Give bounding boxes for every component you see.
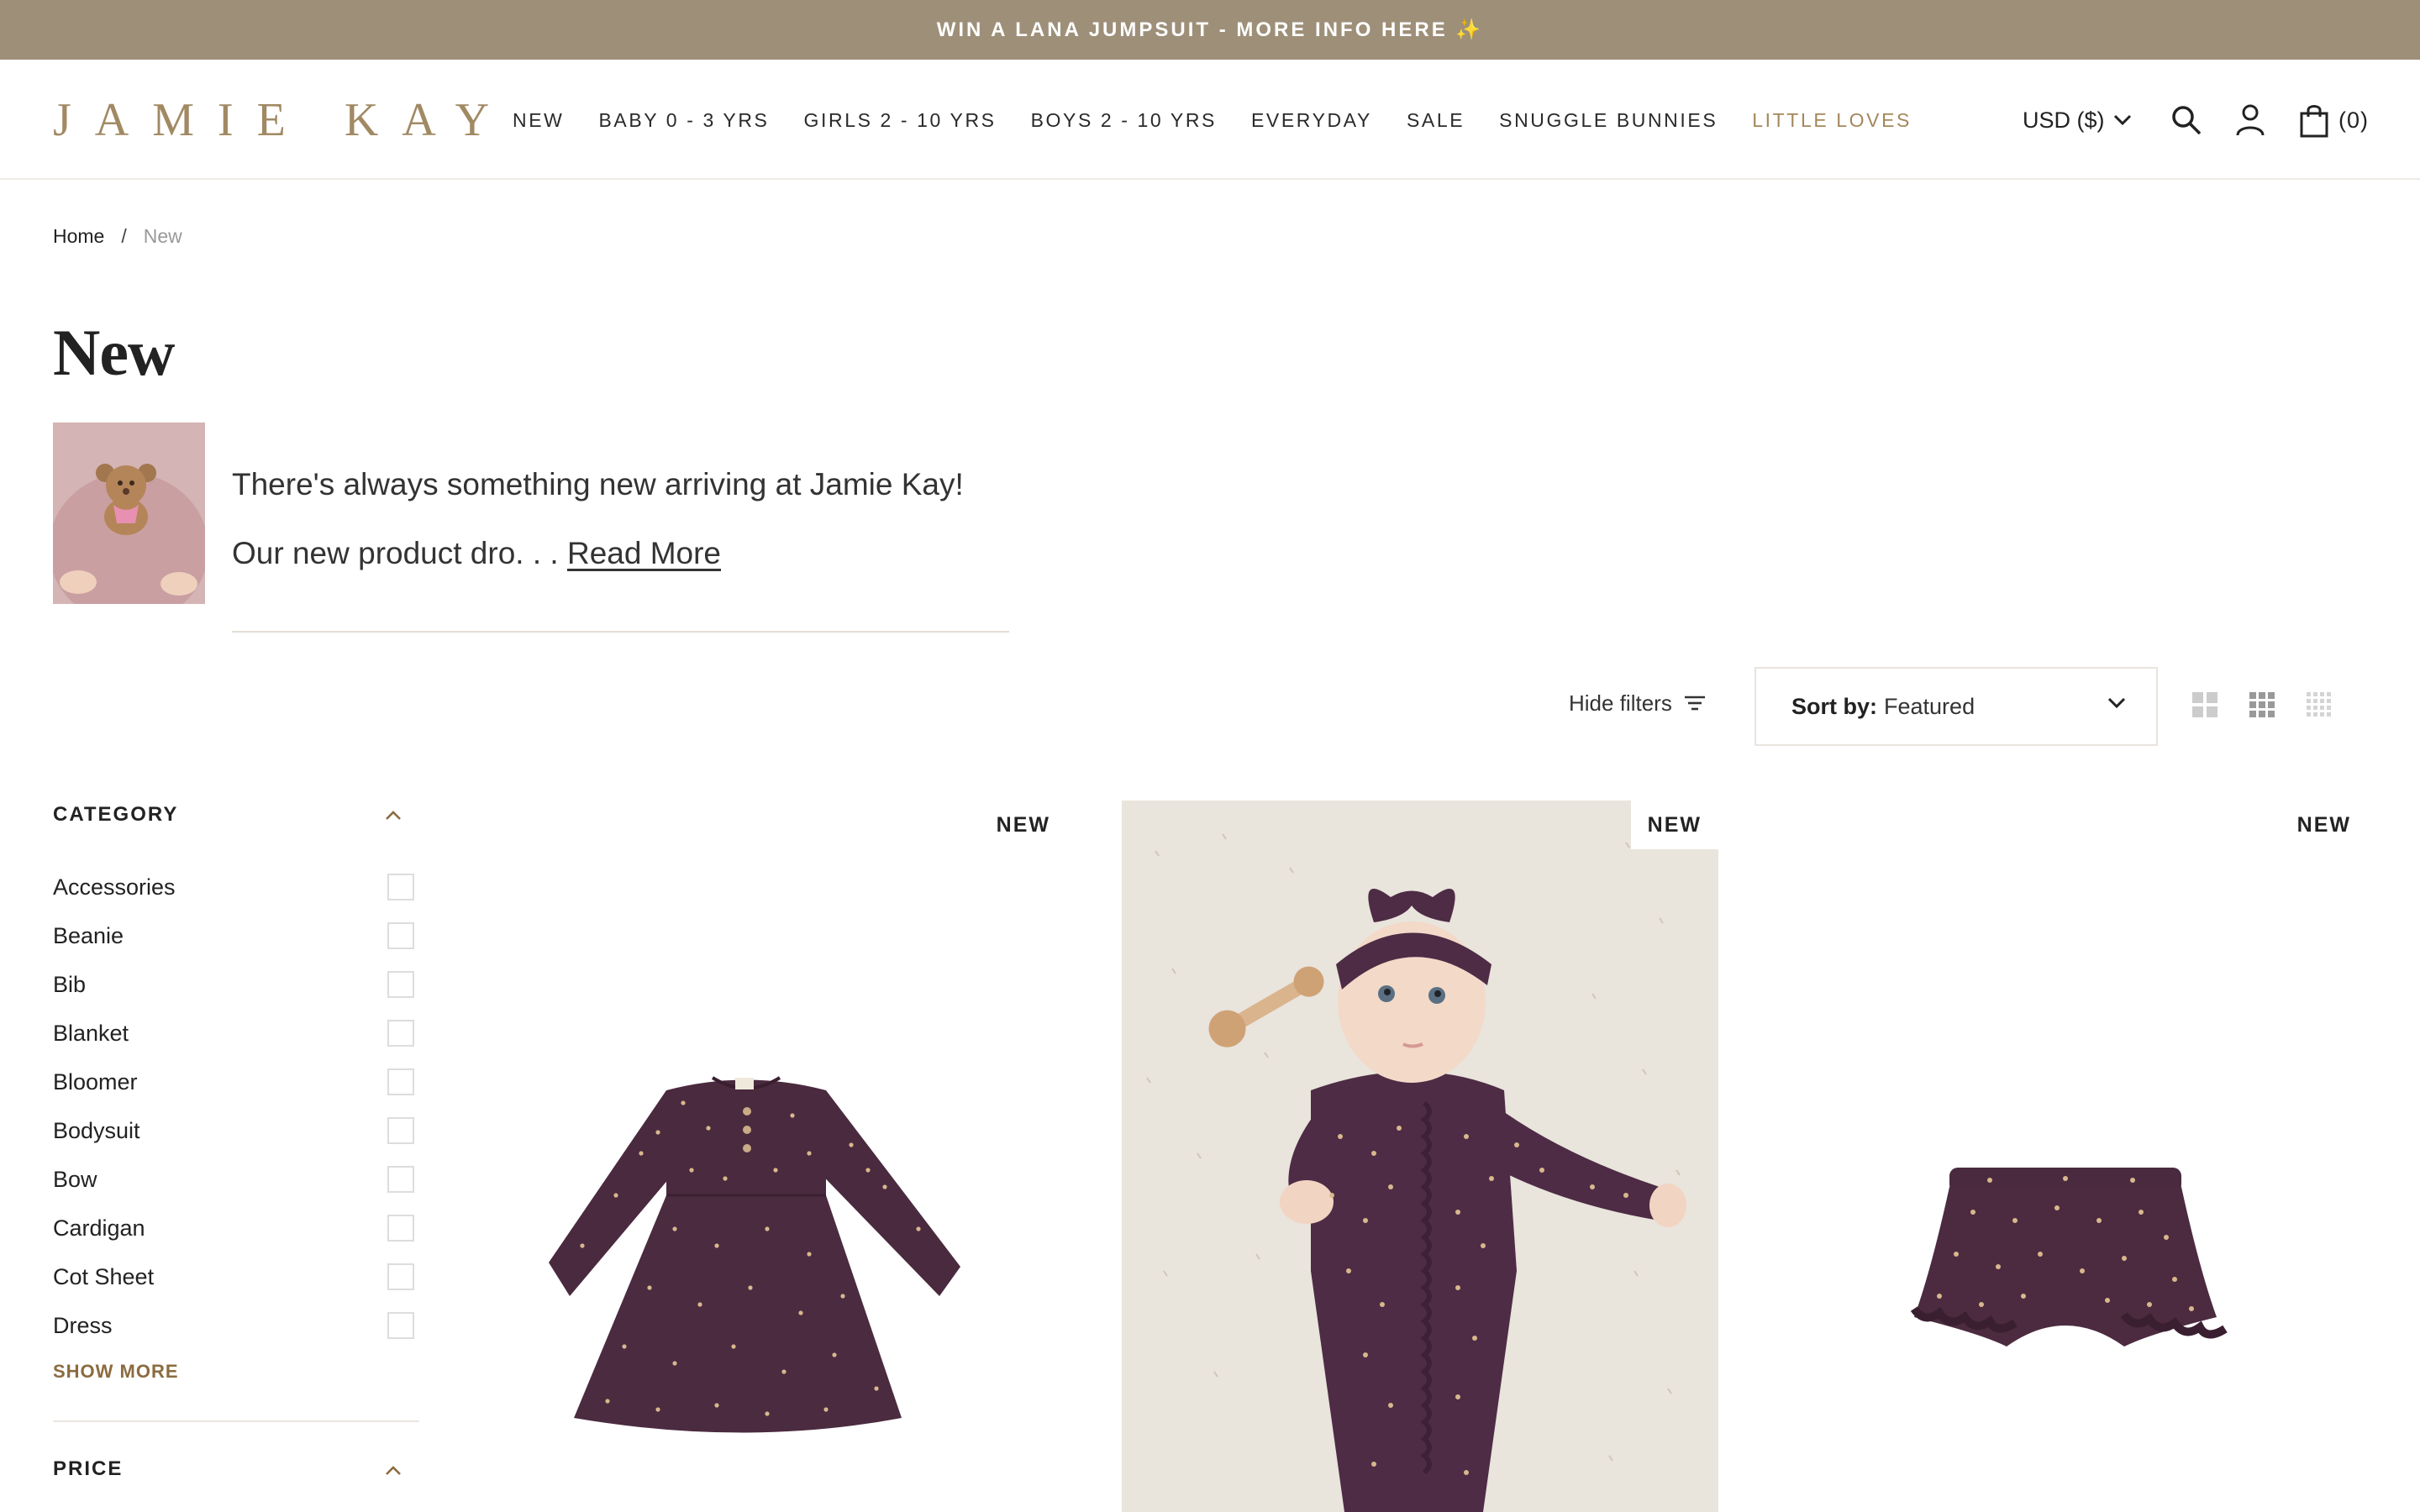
account-icon[interactable] <box>2232 102 2269 139</box>
grid-2-column-icon[interactable] <box>2191 690 2219 719</box>
cart-count[interactable]: (0) <box>2338 103 2369 137</box>
category-checkbox[interactable] <box>387 1068 414 1095</box>
category-checkbox[interactable] <box>387 1166 414 1193</box>
chevron-up-icon[interactable] <box>380 1457 407 1484</box>
category-option[interactable]: Blanket <box>53 1009 414 1058</box>
category-option[interactable]: Bloomer <box>53 1058 414 1106</box>
category-filter-heading[interactable]: CATEGORY <box>53 803 178 827</box>
new-badge: NEW <box>2280 801 2368 849</box>
category-label: Bow <box>53 1166 97 1192</box>
dress-image[interactable] <box>473 801 1067 1512</box>
category-option[interactable]: Beanie <box>53 911 414 960</box>
category-label: Blanket <box>53 1020 129 1046</box>
category-checkbox[interactable] <box>387 1263 414 1290</box>
intro-text: There's always something new arriving at… <box>232 450 964 588</box>
category-label: Bib <box>53 971 87 997</box>
chevron-down-icon <box>2113 114 2131 126</box>
grid-3-column-icon[interactable] <box>2248 690 2276 719</box>
category-checkbox[interactable] <box>387 971 414 998</box>
intro-thumbnail <box>53 423 205 604</box>
breadcrumb: Home / New <box>53 225 182 248</box>
sort-select[interactable]: Sort by: Featured <box>1754 667 2158 746</box>
nav-item-sale[interactable]: SALE <box>1407 109 1465 132</box>
bloomer-image[interactable] <box>1771 801 2368 1512</box>
site-header: JAMIE KAY NEW BABY 0 - 3 YRS GIRLS 2 - 1… <box>0 60 2420 180</box>
category-label: Bloomer <box>53 1068 138 1095</box>
sort-label: Sort by: <box>1791 693 1878 719</box>
nav-item-boys[interactable]: BOYS 2 - 10 YRS <box>1031 109 1217 132</box>
category-checkbox[interactable] <box>387 874 414 900</box>
logo[interactable]: JAMIE KAY <box>53 93 513 147</box>
product-card[interactable]: NEW <box>1122 801 1718 1512</box>
page-title: New <box>53 316 175 389</box>
grid-4-column-icon[interactable] <box>2305 690 2333 719</box>
product-card[interactable]: NEW <box>1771 801 2368 1512</box>
nav-item-baby[interactable]: BABY 0 - 3 YRS <box>598 109 769 132</box>
hide-filters-button[interactable]: Hide filters <box>1569 685 1706 722</box>
cart-icon[interactable] <box>2296 102 2333 139</box>
baby-onesie-image[interactable] <box>1122 801 1718 1512</box>
breadcrumb-separator: / <box>121 225 127 247</box>
nav-item-snuggle-bunnies[interactable]: SNUGGLE BUNNIES <box>1499 109 1718 132</box>
product-card[interactable]: NEW <box>473 801 1067 1512</box>
category-label: Beanie <box>53 922 124 948</box>
category-label: Dress <box>53 1312 113 1338</box>
currency-selector[interactable]: USD ($) <box>2023 103 2132 137</box>
chevron-up-icon[interactable] <box>380 802 407 829</box>
category-label: Cardigan <box>53 1215 145 1241</box>
category-checkbox[interactable] <box>387 1312 414 1339</box>
category-checkbox[interactable] <box>387 1020 414 1047</box>
divider <box>53 1420 419 1422</box>
intro-excerpt: Our new product dro. . . <box>232 536 559 570</box>
category-option[interactable]: Bow <box>53 1155 414 1204</box>
category-label: Cot Sheet <box>53 1263 155 1289</box>
intro-line-1: There's always something new arriving at… <box>232 467 964 501</box>
category-option[interactable]: Cardigan <box>53 1204 414 1252</box>
divider <box>232 631 1009 633</box>
nav-item-everyday[interactable]: EVERYDAY <box>1251 109 1372 132</box>
filter-icon <box>1684 696 1705 711</box>
category-checkbox[interactable] <box>387 922 414 949</box>
category-option[interactable]: Cot Sheet <box>53 1252 414 1301</box>
category-label: Accessories <box>53 874 176 900</box>
category-option[interactable]: Bib <box>53 960 414 1009</box>
currency-label: USD ($) <box>2023 107 2105 133</box>
show-more-button[interactable]: SHOW MORE <box>53 1361 179 1383</box>
nav-item-girls[interactable]: GIRLS 2 - 10 YRS <box>804 109 997 132</box>
new-badge: NEW <box>979 801 1067 849</box>
nav-item-new[interactable]: NEW <box>513 109 564 132</box>
main-nav: NEW BABY 0 - 3 YRS GIRLS 2 - 10 YRS BOYS… <box>513 103 1946 137</box>
chevron-down-icon <box>2107 697 2126 709</box>
category-checkbox[interactable] <box>387 1215 414 1242</box>
intro-line-2: Our new product dro. . . Read More <box>232 519 964 588</box>
hide-filters-label: Hide filters <box>1569 690 1672 716</box>
new-badge: NEW <box>1630 801 1718 849</box>
announcement-text[interactable]: WIN A LANA JUMPSUIT - MORE INFO HERE ✨ <box>937 18 1484 42</box>
nav-item-little-loves[interactable]: LITTLE LOVES <box>1752 109 1912 132</box>
category-option[interactable]: Bodysuit <box>53 1106 414 1155</box>
breadcrumb-current: New <box>143 225 182 247</box>
search-icon[interactable] <box>2168 102 2205 139</box>
sort-value: Featured <box>1884 693 1975 719</box>
breadcrumb-home[interactable]: Home <box>53 225 104 248</box>
category-list: Accessories Beanie Bib Blanket Bloomer B… <box>53 863 414 1350</box>
category-option[interactable]: Dress <box>53 1301 414 1350</box>
category-checkbox[interactable] <box>387 1117 414 1144</box>
read-more-link[interactable]: Read More <box>567 536 721 570</box>
price-filter-heading[interactable]: PRICE <box>53 1457 123 1481</box>
announcement-bar[interactable]: WIN A LANA JUMPSUIT - MORE INFO HERE ✨ <box>0 0 2420 60</box>
category-option[interactable]: Accessories <box>53 863 414 911</box>
category-label: Bodysuit <box>53 1117 140 1143</box>
